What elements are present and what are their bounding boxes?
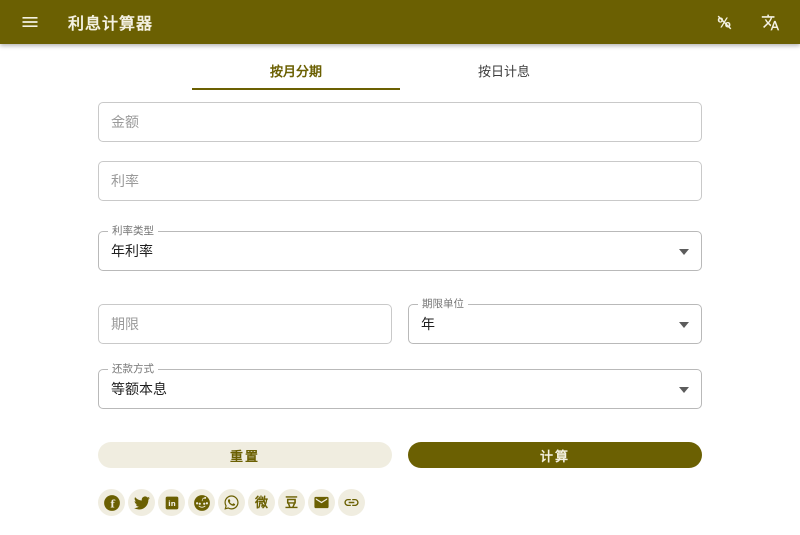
term-input[interactable] <box>98 304 392 344</box>
twitter-icon[interactable] <box>128 489 155 516</box>
tab-daily-label: 按日计息 <box>478 61 530 80</box>
rate-type-select[interactable]: 利率类型 年利率 <box>98 231 702 271</box>
term-unit-select[interactable]: 期限单位 年 <box>408 304 702 344</box>
weibo-icon[interactable]: 微 <box>248 489 275 516</box>
term-unit-value: 年 <box>421 314 435 334</box>
rate-type-label: 利率类型 <box>108 225 158 238</box>
whatsapp-icon[interactable] <box>218 489 245 516</box>
action-buttons: 重置 计算 <box>98 442 702 468</box>
repayment-method-label: 还款方式 <box>108 363 158 376</box>
tab-daily-interest[interactable]: 按日计息 <box>400 52 608 90</box>
tab-monthly-label: 按月分期 <box>270 61 322 80</box>
dropdown-arrow-icon <box>679 387 689 393</box>
share-bar: f in <box>98 489 702 516</box>
douban-glyph: 豆 <box>285 496 298 509</box>
dropdown-arrow-icon <box>679 322 689 328</box>
svg-text:in: in <box>168 500 175 508</box>
calculate-button[interactable]: 计算 <box>408 442 702 468</box>
svg-text:%: % <box>717 16 731 31</box>
menu-icon[interactable] <box>14 6 46 38</box>
svg-text:f: f <box>110 498 115 510</box>
reset-button[interactable]: 重置 <box>98 442 392 468</box>
weibo-glyph: 微 <box>255 496 268 509</box>
reddit-icon[interactable] <box>188 489 215 516</box>
term-unit-label: 期限单位 <box>418 298 468 311</box>
linkedin-icon[interactable]: in <box>158 489 185 516</box>
rate-input[interactable] <box>98 161 702 201</box>
tab-monthly-installment[interactable]: 按月分期 <box>192 52 400 90</box>
link-icon[interactable] <box>338 489 365 516</box>
email-icon[interactable] <box>308 489 335 516</box>
calculator-form: 利率类型 年利率 期限单位 年 还款方式 等额本息 重置 计算 f <box>98 90 702 516</box>
tab-bar: 按月分期 按日计息 <box>192 52 608 90</box>
repayment-method-value: 等额本息 <box>111 379 167 399</box>
facebook-icon[interactable]: f <box>98 489 125 516</box>
rate-type-value: 年利率 <box>111 241 153 261</box>
douban-icon[interactable]: 豆 <box>278 489 305 516</box>
repayment-method-select[interactable]: 还款方式 等额本息 <box>98 369 702 409</box>
translate-icon[interactable] <box>754 6 786 38</box>
dropdown-arrow-icon <box>679 249 689 255</box>
percent-strikethrough-icon[interactable]: % <box>708 6 740 38</box>
app-bar: 利息计算器 % <box>0 0 800 44</box>
amount-input[interactable] <box>98 102 702 142</box>
app-title: 利息计算器 <box>68 10 153 34</box>
